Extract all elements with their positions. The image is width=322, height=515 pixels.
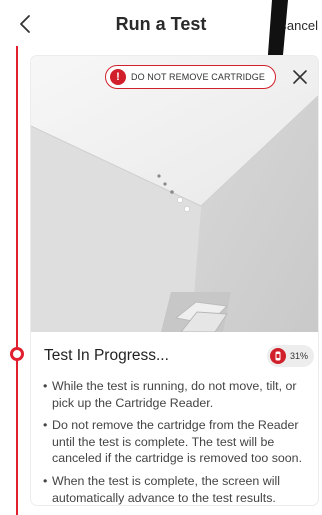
- timeline-line: [16, 46, 18, 515]
- cartridge-reader-illustration: [31, 56, 318, 332]
- close-button[interactable]: [291, 68, 309, 86]
- cartridge-progress-icon: [269, 348, 286, 364]
- progress-badge: 31%: [266, 345, 314, 367]
- progress-percent: 31%: [289, 351, 308, 361]
- status-title: Test In Progress...: [44, 347, 169, 364]
- list-item: Do not remove the cartridge from the Rea…: [43, 417, 311, 467]
- cartridge-reader-photo: [31, 56, 318, 332]
- instruction-list: While the test is running, do not move, …: [43, 378, 311, 505]
- timeline-step-marker: [10, 347, 24, 361]
- test-card: ! DO NOT REMOVE CARTRIDGE Test In Progre…: [31, 56, 318, 505]
- warning-badge: ! DO NOT REMOVE CARTRIDGE: [105, 65, 276, 89]
- alert-icon: !: [110, 69, 126, 85]
- list-item: When the test is complete, the screen wi…: [43, 473, 311, 505]
- status-row: Test In Progress... 31%: [44, 345, 314, 369]
- close-icon: [293, 70, 307, 84]
- list-item: While the test is running, do not move, …: [43, 378, 311, 411]
- warning-text: DO NOT REMOVE CARTRIDGE: [131, 72, 265, 82]
